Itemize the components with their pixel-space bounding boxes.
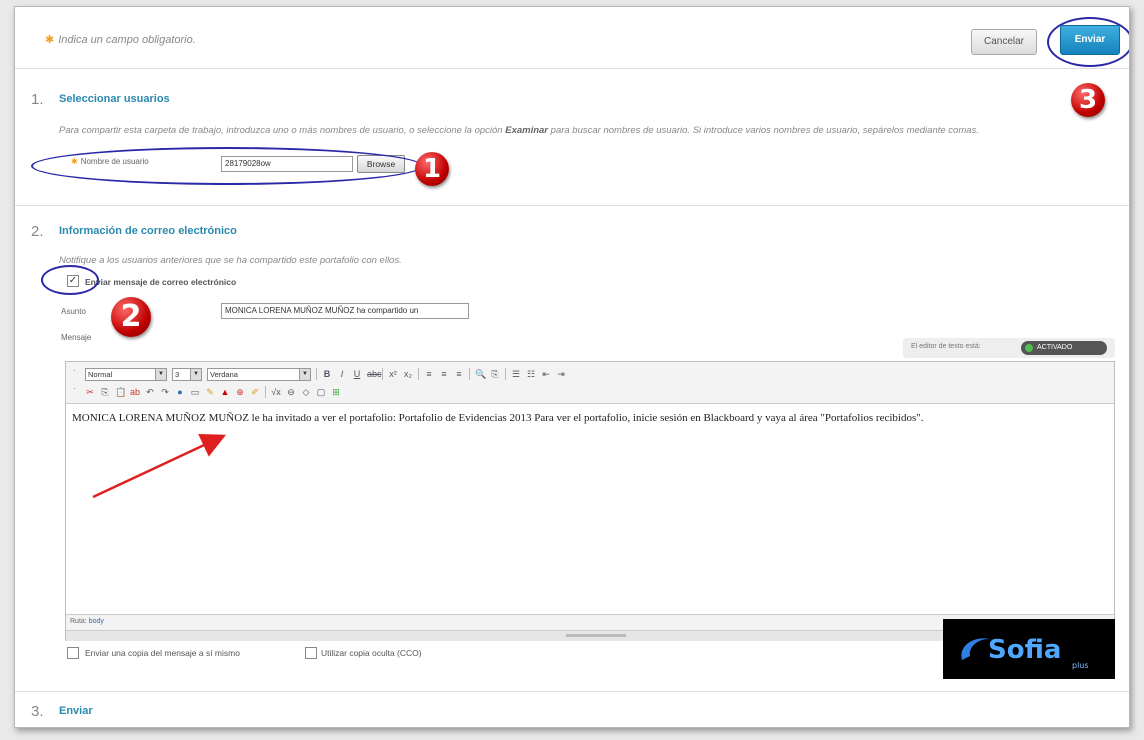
redo-icon[interactable]: ↷ — [160, 387, 170, 398]
section-2-help: Notifique a los usuarios anteriores que … — [59, 255, 402, 266]
subject-input[interactable]: MONICA LORENA MUÑOZ MUÑOZ ha compartido … — [221, 303, 469, 319]
editor-status-label: El editor de texto está: — [911, 343, 981, 350]
annotation-oval-username — [31, 147, 423, 185]
italic-icon[interactable]: I — [337, 369, 347, 379]
pencil-icon[interactable]: ✎ — [205, 387, 215, 398]
numbered-list-icon[interactable]: ☷ — [526, 369, 536, 380]
toolbar-separator — [505, 368, 506, 380]
required-star-icon: ✱ — [45, 34, 55, 46]
share-portfolio-page: ✱ Indica un campo obligatorio. Cancelar E… — [14, 6, 1130, 728]
send-email-label: Enviar mensaje de correo electrónico — [85, 277, 237, 287]
action-bar: ✱ Indica un campo obligatorio. Cancelar E… — [15, 7, 1129, 69]
replace-icon[interactable]: ⎘ — [490, 369, 500, 380]
sofia-logo-graphic: Sofia plus — [961, 635, 1089, 670]
toolbar-row-2: ˙ ✂ ⎘ 📋 ab ↶ ↷ ● ▭ ✎ ▲ ⊕ ✐ √x ⊖ ◇ ▢ ⊞ — [70, 384, 341, 400]
subject-label: Asunto — [61, 307, 86, 316]
chevron-down-icon: ▼ — [155, 368, 166, 380]
copy-self-checkbox[interactable] — [67, 647, 79, 659]
toolbar-grip-icon: ˙ — [73, 369, 77, 379]
svg-text:Sofia: Sofia — [988, 635, 1061, 665]
align-center-icon[interactable]: ≡ — [439, 369, 449, 379]
section-3-title: Enviar — [59, 705, 93, 717]
strikethrough-icon[interactable]: abc — [367, 369, 382, 379]
annotation-oval-checkbox — [41, 265, 99, 295]
editor-toggle[interactable]: ACTIVADO — [1021, 341, 1107, 355]
underline-icon[interactable]: U — [352, 369, 362, 379]
editor-toolbar: ˙ Normal ▼ 3 ▼ Verdana ▼ B I U abc x² x₂ ≡ … — [66, 362, 1114, 404]
toolbar-grip-icon: ˙ — [73, 387, 77, 397]
paste-icon[interactable]: 📋 — [115, 387, 126, 398]
toolbar-separator — [316, 368, 317, 380]
annotation-badge-1: 1 — [415, 152, 449, 186]
superscript-icon[interactable]: x² — [388, 369, 398, 379]
section-2-title: Información de correo electrónico — [59, 225, 237, 237]
highlight-icon[interactable]: ✐ — [250, 387, 260, 398]
copy-icon[interactable]: ⎘ — [100, 387, 110, 398]
outdent-icon[interactable]: ⇤ — [541, 369, 551, 380]
text-color-icon[interactable]: ▲ — [220, 387, 230, 397]
section-1-number: 1. — [31, 91, 44, 108]
font-family-select[interactable]: Verdana ▼ — [207, 367, 311, 381]
toolbar-separator — [382, 368, 383, 380]
toolbar-separator — [418, 368, 419, 380]
path-body-link[interactable]: body — [89, 618, 104, 625]
spellcheck-icon[interactable]: ab — [130, 387, 140, 397]
font-size-select[interactable]: 3 ▼ — [172, 367, 202, 381]
chevron-down-icon: ▼ — [190, 368, 201, 380]
editor-status: El editor de texto está: ACTIVADO — [903, 338, 1115, 358]
toolbar-separator — [469, 368, 470, 380]
align-right-icon[interactable]: ≡ — [454, 369, 464, 379]
toggle-on-icon — [1025, 344, 1033, 352]
html-icon[interactable]: ◇ — [301, 387, 311, 398]
annotation-arrow-icon — [92, 434, 227, 499]
image-icon[interactable]: ▭ — [190, 387, 200, 398]
indent-icon[interactable]: ⇥ — [556, 369, 566, 380]
preview-icon[interactable]: ▢ — [316, 387, 326, 398]
attach-icon[interactable]: ⊕ — [235, 387, 245, 398]
align-left-icon[interactable]: ≡ — [424, 369, 434, 379]
bold-icon[interactable]: B — [322, 369, 332, 379]
bcc-checkbox[interactable] — [305, 647, 317, 659]
copy-self-label: Enviar una copia del mensaje a sí mismo — [85, 648, 240, 658]
bcc-label: Utilizar copia oculta (CCO) — [321, 648, 422, 658]
find-icon[interactable]: 🔍 — [475, 369, 486, 380]
bullet-list-icon[interactable]: ☰ — [511, 369, 521, 380]
link-icon[interactable]: ● — [175, 387, 185, 397]
chevron-down-icon: ▼ — [299, 368, 310, 380]
svg-text:plus: plus — [1072, 661, 1089, 670]
section-1-title: Seleccionar usuarios — [59, 93, 170, 105]
format-select[interactable]: Normal ▼ — [85, 367, 167, 381]
embed-icon[interactable]: ⊖ — [286, 387, 296, 398]
section-2-number: 2. — [31, 223, 44, 240]
math-icon[interactable]: √x — [271, 387, 281, 397]
annotation-badge-2: 2 — [111, 297, 151, 337]
required-field-note: ✱ Indica un campo obligatorio. — [45, 34, 196, 46]
subscript-icon[interactable]: x₂ — [403, 369, 413, 379]
section-3-number: 3. — [31, 703, 44, 720]
undo-icon[interactable]: ↶ — [145, 387, 155, 398]
annotation-badge-3: 3 — [1071, 83, 1105, 117]
cancel-button[interactable]: Cancelar — [971, 29, 1037, 55]
message-label: Mensaje — [61, 333, 92, 342]
annotation-oval-send — [1047, 17, 1129, 67]
section-divider — [15, 205, 1129, 206]
sofia-plus-logo: Sofia plus — [943, 619, 1115, 679]
cut-icon[interactable]: ✂ — [85, 387, 95, 398]
toolbar-separator — [265, 386, 266, 398]
section-1-help: Para compartir esta carpeta de trabajo, … — [59, 125, 979, 136]
toolbar-row-1: ˙ Normal ▼ 3 ▼ Verdana ▼ B I U abc x² x₂ ≡ … — [70, 366, 566, 382]
resize-grip-icon — [566, 634, 626, 637]
fullscreen-icon[interactable]: ⊞ — [331, 387, 341, 398]
section-divider — [15, 691, 1129, 692]
